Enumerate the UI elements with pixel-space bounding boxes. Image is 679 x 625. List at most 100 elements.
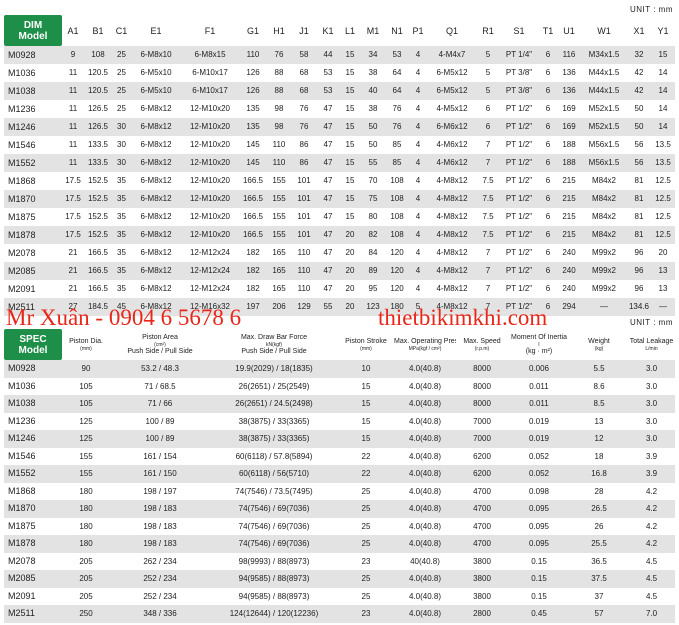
table-cell: 4.0(40.8) <box>394 535 456 553</box>
table-cell: 13 <box>651 262 675 280</box>
table-cell: 4-M8x12 <box>427 226 477 244</box>
table-cell: 0.095 <box>508 517 570 535</box>
dim-col-header: Q1 <box>427 15 477 46</box>
table-cell: 5 <box>477 64 499 82</box>
model-cell: M1875 <box>4 517 62 535</box>
spec-col-header: Weight (kg) <box>570 329 628 360</box>
table-cell: 26(2651) / 25(2549) <box>210 377 338 395</box>
table-cell: 47 <box>317 100 339 118</box>
table-cell: 81 <box>627 190 651 208</box>
table-cell: 294 <box>557 298 581 316</box>
table-cell: PT 1/2" <box>499 190 539 208</box>
table-cell: 4.0(40.8) <box>394 482 456 500</box>
table-cell: 0.011 <box>508 395 570 413</box>
table-cell: 15 <box>339 100 361 118</box>
table-cell: 81 <box>627 172 651 190</box>
table-cell: 15 <box>339 136 361 154</box>
spec-col-unit: (mm) <box>80 345 92 352</box>
watermark-contact: Mr Xuân - 0904 6 5678 6 <box>6 305 242 330</box>
table-cell: 15 <box>339 190 361 208</box>
table-cell: 165 <box>267 262 291 280</box>
table-cell: 198 / 183 <box>110 535 210 553</box>
table-cell: 47 <box>317 262 339 280</box>
table-cell: 53 <box>317 82 339 100</box>
table-cell: 84 <box>361 244 385 262</box>
dim-col-header: P1 <box>409 15 427 46</box>
table-cell: M84x2 <box>581 208 627 226</box>
table-cell: 30 <box>112 154 131 172</box>
table-row: M1036 105 71 / 68.5 26(2651) / 25(2549) 15 4.… <box>4 377 675 395</box>
table-cell: 3.9 <box>628 465 675 483</box>
table-cell: 6-M8x12 <box>131 208 181 226</box>
table-cell: 198 / 183 <box>110 500 210 518</box>
table-cell: 17.5 <box>62 190 84 208</box>
table-cell: 4.0(40.8) <box>394 587 456 605</box>
table-cell: 7000 <box>456 412 508 430</box>
table-cell: 35 <box>112 280 131 298</box>
table-cell: 53 <box>317 64 339 82</box>
table-cell: 0.15 <box>508 587 570 605</box>
table-cell: 15 <box>338 377 394 395</box>
table-cell: 25 <box>338 570 394 588</box>
table-cell: 6-M8x15 <box>181 46 239 64</box>
table-cell: 13.5 <box>651 136 675 154</box>
table-cell: 68 <box>291 82 317 100</box>
table-cell: 58 <box>291 46 317 64</box>
model-cell: M1546 <box>4 136 62 154</box>
table-cell: 6-M8x12 <box>131 118 181 136</box>
table-cell: 4700 <box>456 535 508 553</box>
table-cell: 0.45 <box>508 605 570 623</box>
table-cell: 4 <box>409 64 427 82</box>
table-row: M2091 21 166.5 35 6-M8x12 12-M12x24 182 165 110 4… <box>4 280 675 298</box>
table-cell: 169 <box>557 100 581 118</box>
table-cell: 50 <box>361 118 385 136</box>
table-cell: 198 / 197 <box>110 482 210 500</box>
table-cell: 4-M6x12 <box>427 154 477 172</box>
table-cell: 6-M5x12 <box>427 82 477 100</box>
table-cell: 88 <box>267 82 291 100</box>
table-cell: 4 <box>409 100 427 118</box>
table-cell: 76 <box>385 118 409 136</box>
table-cell: 6 <box>539 136 557 154</box>
table-cell: 6-M8x12 <box>131 262 181 280</box>
table-cell: 12-M10x20 <box>181 226 239 244</box>
table-cell: 6-M10x17 <box>181 82 239 100</box>
table-cell: 4.0(40.8) <box>394 570 456 588</box>
table-cell: 133.5 <box>84 154 112 172</box>
dim-col-header: T1 <box>539 15 557 46</box>
table-cell: 94(9585) / 88(8973) <box>210 570 338 588</box>
table-cell: 169 <box>557 118 581 136</box>
table-cell: 3.0 <box>628 360 675 378</box>
table-row: M1870 17.5 152.5 35 6-M8x12 12-M10x20 166.5 155… <box>4 190 675 208</box>
table-cell: 70 <box>361 172 385 190</box>
table-row: M1246 11 126.5 30 6-M8x12 12-M10x20 135 98 76 47 1… <box>4 118 675 136</box>
table-cell: 155 <box>267 226 291 244</box>
table-cell: 125 <box>62 412 110 430</box>
dim-col-header: C1 <box>112 15 131 46</box>
table-cell: 15 <box>338 395 394 413</box>
table-cell: PT 1/2" <box>499 280 539 298</box>
table-cell: 6 <box>539 82 557 100</box>
spec-corner-title: SPEC <box>19 333 47 345</box>
table-cell: 35 <box>112 190 131 208</box>
spec-col-label: Piston Area <box>142 333 178 341</box>
table-cell: 56 <box>627 154 651 172</box>
model-cell: M1870 <box>4 500 62 518</box>
table-cell: 6 <box>539 262 557 280</box>
model-cell: M1552 <box>4 465 62 483</box>
table-cell: PT 1/2" <box>499 100 539 118</box>
table-cell: 26.5 <box>570 500 628 518</box>
table-cell: 6 <box>477 118 499 136</box>
table-cell: 82 <box>361 226 385 244</box>
table-cell: 34 <box>361 46 385 64</box>
dim-col-header: G1 <box>239 15 267 46</box>
spec-col-label: Max. Speed <box>463 337 501 345</box>
table-cell: 4.0(40.8) <box>394 605 456 623</box>
table-cell: 4.2 <box>628 535 675 553</box>
table-cell: 6-M5x10 <box>131 82 181 100</box>
table-cell: 4 <box>409 172 427 190</box>
table-cell: 166.5 <box>84 262 112 280</box>
model-cell: M1036 <box>4 377 62 395</box>
table-cell: 47 <box>317 280 339 298</box>
table-cell: 17.5 <box>62 208 84 226</box>
